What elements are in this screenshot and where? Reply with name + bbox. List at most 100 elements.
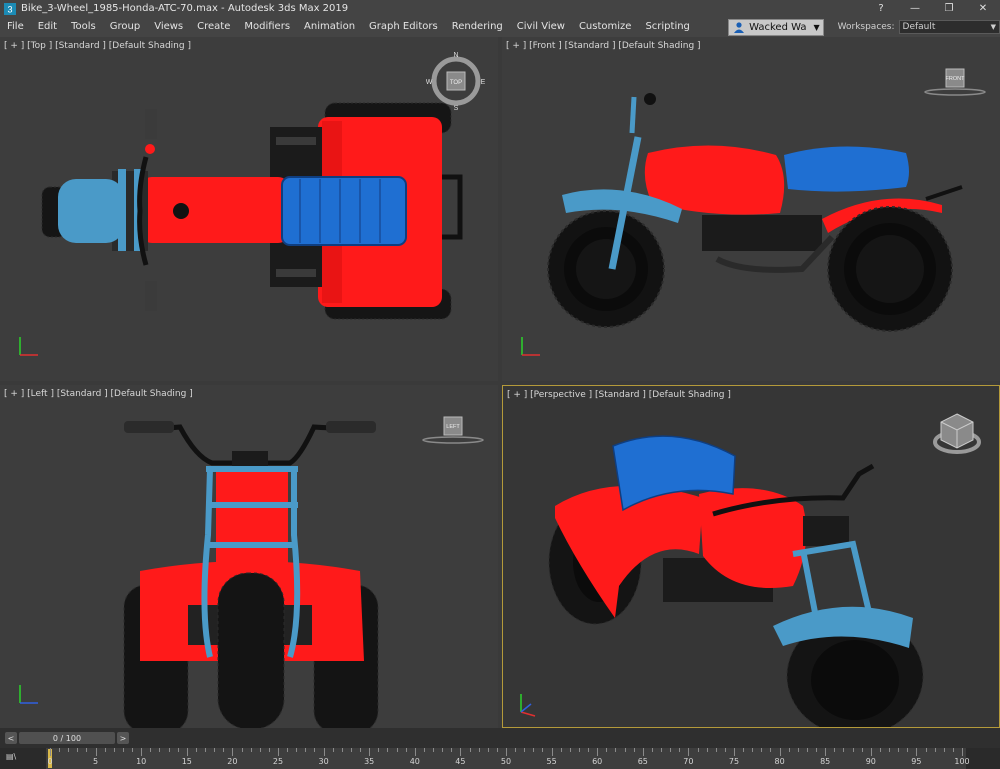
menu-group[interactable]: Group: [103, 17, 147, 37]
ruler-tick: [186, 748, 188, 756]
ruler-tick: [360, 748, 362, 752]
time-prev-button[interactable]: <: [5, 732, 17, 744]
curve-editor-icon[interactable]: ▤\: [6, 752, 36, 766]
maximize-button[interactable]: ❐: [932, 0, 966, 17]
ruler-tick: [524, 748, 526, 752]
menu-edit[interactable]: Edit: [31, 17, 64, 37]
ruler-tick: [697, 748, 699, 752]
menu-file[interactable]: File: [0, 17, 31, 37]
ruler-tick: [159, 748, 161, 752]
ruler-tick: [378, 748, 380, 752]
ruler-tick-label: 100: [954, 757, 970, 766]
ruler-tick: [506, 748, 507, 756]
workspaces-select[interactable]: Default ▼: [898, 20, 1000, 34]
viewcube-front-label: FRONT: [946, 76, 966, 82]
time-next-button[interactable]: >: [117, 732, 129, 744]
ruler-tick: [68, 748, 70, 752]
viewcube-compass-icon[interactable]: TOP N S E W: [426, 51, 486, 111]
menu-rendering[interactable]: Rendering: [445, 17, 510, 37]
ruler-tick-label: 65: [637, 757, 648, 766]
compass-east: E: [481, 79, 486, 86]
menu-views[interactable]: Views: [147, 17, 190, 37]
ruler-tick: [797, 748, 799, 752]
ruler-tick: [916, 748, 918, 756]
ruler-tick: [761, 748, 763, 752]
ruler-tick: [706, 748, 708, 752]
viewcube-perspective-icon[interactable]: [927, 408, 987, 464]
user-account-dropdown[interactable]: Wacked Wa ▼: [728, 18, 824, 36]
menu-animation[interactable]: Animation: [297, 17, 362, 37]
viewport-front-label[interactable]: [ + ] [Front ] [Standard ] [Default Shad…: [506, 41, 701, 51]
ruler-tick-label: 10: [136, 757, 147, 766]
time-slider[interactable]: 0 / 100: [19, 732, 115, 744]
top-view-model: [41, 102, 463, 320]
ruler-tick-label: 95: [911, 757, 922, 766]
ruler-tick: [651, 748, 653, 752]
app-icon[interactable]: 3: [3, 2, 17, 16]
user-icon: [732, 20, 746, 34]
minimize-button[interactable]: —: [898, 0, 932, 17]
ruler-tick: [496, 748, 498, 752]
time-slider-bar: < 0 / 100 >: [0, 728, 1000, 748]
compass-north: N: [453, 52, 458, 59]
ruler-tick: [569, 748, 571, 752]
close-button[interactable]: ✕: [966, 0, 1000, 17]
viewport-front[interactable]: [ + ] [Front ] [Standard ] [Default Shad…: [502, 37, 1000, 381]
axis-tripod-icon: [521, 337, 540, 356]
ruler-tick: [533, 748, 535, 752]
ruler-tick: [487, 748, 489, 752]
track-bar: ▤\ 0 5 10 15 20 25 30 35 40 45 50 55 60 65 70 75 80 85 90 9…: [0, 748, 1000, 769]
ruler-tick-label: 60: [592, 757, 603, 766]
ruler-tick-label: 70: [683, 757, 694, 766]
ruler-tick: [715, 748, 717, 752]
frame-ruler[interactable]: 0 5 10 15 20 25 30 35 40 45 50 55 60 65 70 75 80 85 90 95 10…: [46, 748, 970, 769]
ruler-tick-label: 90: [865, 757, 876, 766]
ruler-tick: [113, 748, 115, 752]
ruler-tick: [724, 748, 726, 752]
ruler-tick-label: 85: [820, 757, 831, 766]
ruler-tick: [141, 748, 143, 756]
menu-scripting[interactable]: Scripting: [638, 17, 696, 37]
ruler-tick: [405, 748, 407, 752]
ruler-tick: [232, 748, 234, 756]
ruler-tick-label: 20: [227, 757, 238, 766]
viewcube-icon[interactable]: FRONT: [920, 65, 990, 99]
menu-modifiers[interactable]: Modifiers: [237, 17, 297, 37]
viewcube-icon[interactable]: LEFT: [418, 413, 488, 447]
menu-tools[interactable]: Tools: [64, 17, 103, 37]
ruler-tick: [414, 748, 416, 756]
ruler-tick: [95, 748, 97, 756]
ruler-tick: [214, 748, 216, 752]
viewport-perspective[interactable]: [ + ] [Perspective ] [Standard ] [Defaul…: [502, 385, 1000, 728]
ruler-tick: [387, 748, 389, 752]
help-button[interactable]: ?: [864, 0, 898, 17]
menu-bar: File Edit Tools Group Views Create Modif…: [0, 17, 1000, 37]
ruler-tick: [542, 748, 544, 752]
menu-create[interactable]: Create: [190, 17, 237, 37]
ruler-tick: [670, 748, 672, 752]
viewport-top-label[interactable]: [ + ] [Top ] [Standard ] [Default Shadin…: [4, 41, 191, 51]
ruler-tick: [779, 748, 781, 756]
viewport-perspective-label[interactable]: [ + ] [Perspective ] [Standard ] [Defaul…: [507, 390, 731, 400]
ruler-tick: [606, 748, 608, 752]
ruler-tick: [898, 748, 900, 752]
title-bar: 3 Bike_3-Wheel_1985-Honda-ATC-70.max - A…: [0, 0, 1000, 17]
ruler-tick: [734, 748, 735, 756]
ruler-tick: [296, 748, 298, 752]
ruler-tick: [241, 748, 243, 752]
ruler-tick: [478, 748, 480, 752]
menu-graph-editors[interactable]: Graph Editors: [362, 17, 445, 37]
ruler-tick: [788, 748, 790, 752]
ruler-tick: [861, 748, 863, 752]
viewport-left[interactable]: [ + ] [Left ] [Standard ] [Default Shadi…: [0, 385, 498, 728]
menu-civil-view[interactable]: Civil View: [510, 17, 572, 37]
compass-west: W: [426, 79, 433, 86]
ruler-tick: [770, 748, 772, 752]
ruler-tick: [396, 748, 398, 752]
viewport-top[interactable]: [ + ] [Top ] [Standard ] [Default Shadin…: [0, 37, 498, 381]
ruler-tick: [278, 748, 279, 756]
viewport-left-label[interactable]: [ + ] [Left ] [Standard ] [Default Shadi…: [4, 389, 193, 399]
ruler-tick: [588, 748, 590, 752]
ruler-tick: [624, 748, 626, 752]
menu-customize[interactable]: Customize: [572, 17, 639, 37]
